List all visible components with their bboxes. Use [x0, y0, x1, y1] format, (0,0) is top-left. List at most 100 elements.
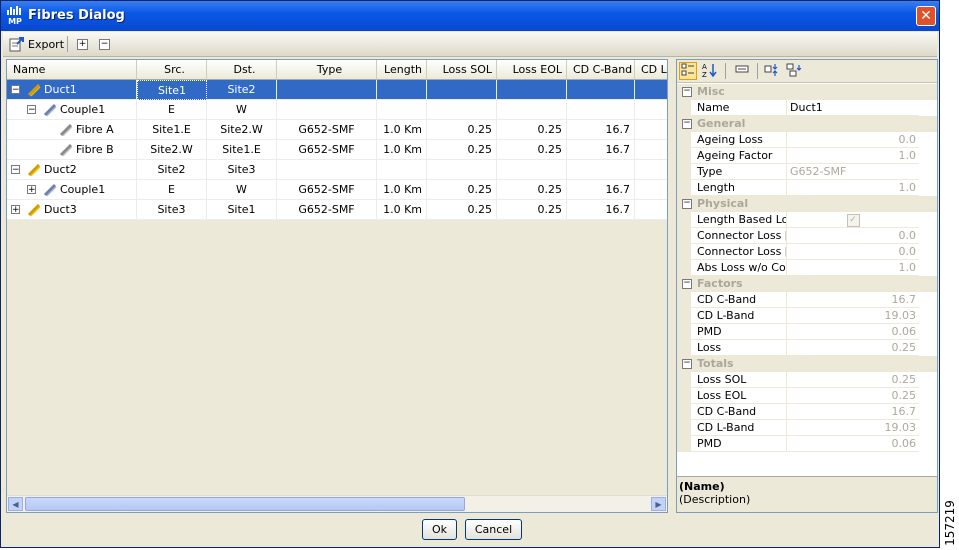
cell-loss-sol[interactable]: 0.25	[427, 120, 497, 140]
cell-cd-c[interactable]	[567, 100, 635, 120]
property-row[interactable]: Connector Loss [Sit...0.0	[677, 244, 937, 260]
property-value[interactable]: G652-SMF	[787, 164, 919, 180]
collapse-icon[interactable]: −	[682, 87, 692, 97]
collapse-icon[interactable]: −	[11, 85, 20, 95]
property-value[interactable]: 0.06	[787, 436, 919, 452]
property-category[interactable]: − Misc	[677, 84, 937, 100]
cell-name[interactable]: Fibre A	[7, 120, 137, 140]
cell-cd-l[interactable]	[635, 180, 667, 200]
property-row[interactable]: CD L-Band 19.03	[677, 308, 937, 324]
collapse-all-button[interactable]: −	[99, 35, 110, 53]
property-row[interactable]: PMD 0.06	[677, 436, 937, 452]
property-category[interactable]: − General	[677, 116, 937, 132]
property-value[interactable]: 0.25	[787, 340, 919, 356]
cell-length[interactable]: 1.0 Km	[377, 120, 427, 140]
ok-button[interactable]: Ok	[422, 519, 457, 540]
cell-cd-c[interactable]: 16.7	[567, 120, 635, 140]
table-row[interactable]: + Couple1 E W G652-SMF 1.0 Km 0.25 0.25 16.7	[7, 180, 667, 200]
cell-type[interactable]: G652-SMF	[277, 140, 377, 160]
property-value[interactable]: 1.0	[787, 180, 919, 196]
collapse-icon[interactable]: −	[682, 119, 692, 129]
cell-src[interactable]: E	[137, 100, 207, 120]
property-category[interactable]: − Totals	[677, 356, 937, 372]
cell-cd-l[interactable]	[635, 140, 667, 160]
cell-cd-c[interactable]	[567, 160, 635, 180]
property-value[interactable]: 0.0	[787, 244, 919, 260]
property-value[interactable]: 0.0	[787, 228, 919, 244]
property-value[interactable]: 0.25	[787, 388, 919, 404]
property-value-checkbox[interactable]: ✓	[787, 212, 919, 228]
cell-name[interactable]: − Duct1	[7, 80, 137, 100]
property-value[interactable]: 1.0	[787, 148, 919, 164]
cell-loss-sol[interactable]: 0.25	[427, 180, 497, 200]
cancel-button[interactable]: Cancel	[465, 519, 522, 540]
property-row[interactable]: CD C-Band 16.7	[677, 292, 937, 308]
cell-loss-eol[interactable]	[497, 160, 567, 180]
column-header[interactable]: Loss SOL	[427, 60, 497, 80]
cell-cd-l[interactable]	[635, 160, 667, 180]
property-row[interactable]: Loss 0.25	[677, 340, 937, 356]
collapse-icon[interactable]: −	[682, 359, 692, 369]
scroll-right-button[interactable]: ▶	[651, 497, 666, 511]
close-button[interactable]: ✕	[916, 6, 936, 26]
collapse-properties-button[interactable]	[785, 62, 803, 80]
property-pages-button[interactable]	[733, 62, 751, 80]
cell-length[interactable]	[377, 80, 427, 100]
table-row[interactable]: Fibre A Site1.E Site2.W G652-SMF 1.0 Km 0.25 0…	[7, 120, 667, 140]
horizontal-scrollbar[interactable]: ◀ ▶	[7, 495, 667, 512]
cell-type[interactable]: G652-SMF	[277, 180, 377, 200]
cell-src[interactable]: E	[137, 180, 207, 200]
property-row[interactable]: Length 1.0	[677, 180, 937, 196]
cell-loss-eol[interactable]: 0.25	[497, 180, 567, 200]
property-row[interactable]: Name Duct1	[677, 100, 937, 116]
cell-src[interactable]: Site2.W	[137, 140, 207, 160]
cell-name[interactable]: − Couple1	[7, 100, 137, 120]
property-row[interactable]: Type G652-SMF	[677, 164, 937, 180]
cell-loss-sol[interactable]	[427, 160, 497, 180]
cell-src[interactable]: Site1	[137, 80, 207, 100]
cell-dst[interactable]: W	[207, 100, 277, 120]
table-row[interactable]: + Duct3 Site3 Site1 G652-SMF 1.0 Km 0.25 0.25 16…	[7, 200, 667, 220]
categorized-view-button[interactable]	[679, 62, 697, 80]
property-row[interactable]: Ageing Factor 1.0	[677, 148, 937, 164]
property-value[interactable]: 16.7	[787, 292, 919, 308]
property-value[interactable]: 19.03	[787, 308, 919, 324]
expand-icon[interactable]: +	[11, 205, 20, 215]
title-bar[interactable]: MP Fibres Dialog ✕	[1, 1, 939, 31]
property-row[interactable]: CD L-Band 19.03	[677, 420, 937, 436]
property-value[interactable]: Duct1	[787, 100, 919, 116]
scroll-left-button[interactable]: ◀	[8, 497, 23, 511]
property-value[interactable]: 0.25	[787, 372, 919, 388]
cell-type[interactable]	[277, 80, 377, 100]
alphabetical-view-button[interactable]: AZ	[701, 62, 719, 80]
column-header[interactable]: Name	[7, 60, 137, 80]
property-category[interactable]: − Physical	[677, 196, 937, 212]
cell-loss-eol[interactable]: 0.25	[497, 140, 567, 160]
property-row[interactable]: Loss SOL 0.25	[677, 372, 937, 388]
expand-properties-button[interactable]	[763, 62, 781, 80]
column-header[interactable]: CD L-	[635, 60, 667, 80]
table-row[interactable]: Fibre B Site2.W Site1.E G652-SMF 1.0 Km 0.25 0…	[7, 140, 667, 160]
cell-dst[interactable]: Site1	[207, 200, 277, 220]
cell-name[interactable]: + Duct3	[7, 200, 137, 220]
cell-length[interactable]	[377, 160, 427, 180]
cell-length[interactable]: 1.0 Km	[377, 140, 427, 160]
property-value[interactable]: 1.0	[787, 260, 919, 276]
collapse-icon[interactable]: −	[11, 165, 20, 175]
scroll-thumb[interactable]	[25, 497, 465, 511]
cell-type[interactable]	[277, 160, 377, 180]
column-header[interactable]: Dst.	[207, 60, 277, 80]
table-row[interactable]: − Duct2 Site2 Site3	[7, 160, 667, 180]
property-row[interactable]: Length Based Loss ✓	[677, 212, 937, 228]
cell-loss-eol[interactable]: 0.25	[497, 120, 567, 140]
cell-src[interactable]: Site2	[137, 160, 207, 180]
collapse-icon[interactable]: −	[27, 105, 36, 115]
column-header[interactable]: Length	[377, 60, 427, 80]
cell-name[interactable]: Fibre B	[7, 140, 137, 160]
property-value[interactable]: 16.7	[787, 404, 919, 420]
property-row[interactable]: CD C-Band 16.7	[677, 404, 937, 420]
cell-length[interactable]	[377, 100, 427, 120]
collapse-icon[interactable]: −	[682, 199, 692, 209]
fibres-tree-grid[interactable]: Name Src. Dst. Type Length Loss SOL Loss EOL CD…	[6, 59, 668, 513]
cell-type[interactable]: G652-SMF	[277, 120, 377, 140]
